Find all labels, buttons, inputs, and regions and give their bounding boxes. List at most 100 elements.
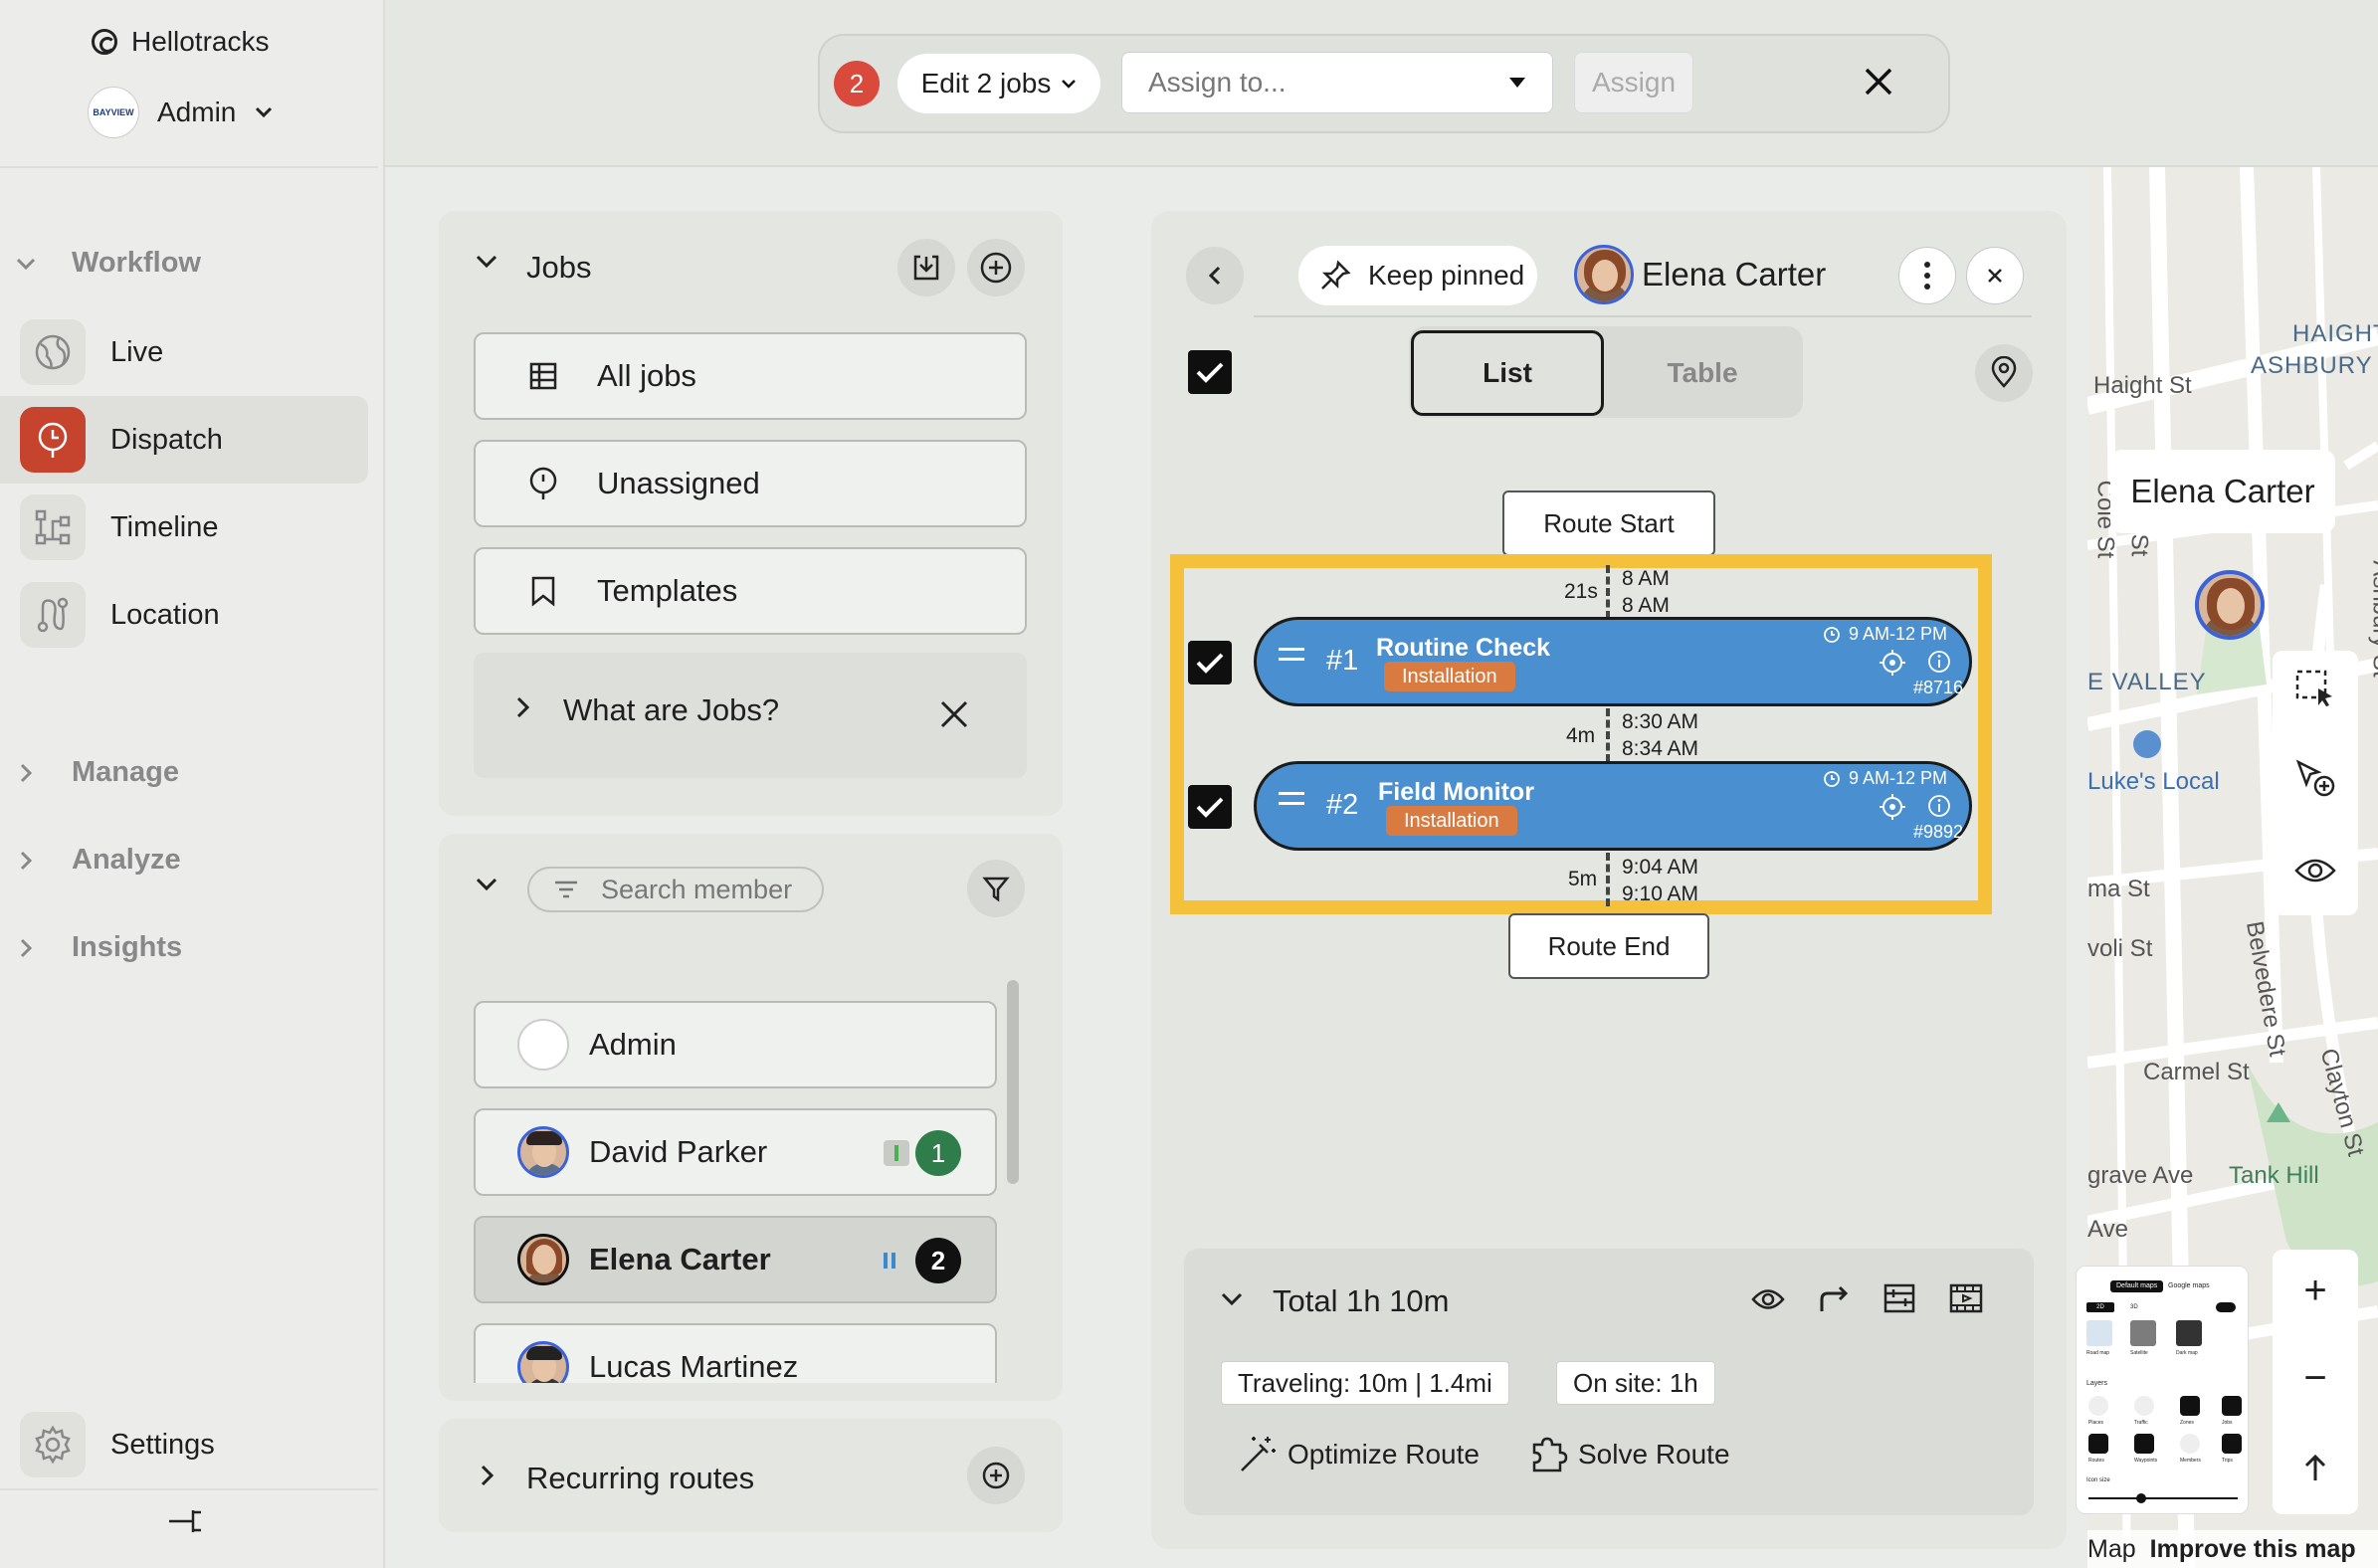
close-icon[interactable]	[939, 699, 969, 729]
member-row-lucas-martinez[interactable]: Lucas Martinez	[474, 1323, 997, 1383]
avatar	[517, 1126, 569, 1178]
route-map-button[interactable]	[1975, 344, 2033, 402]
zoom-out-button[interactable]: −	[2288, 1351, 2342, 1405]
nav-item-location[interactable]: Location	[0, 571, 368, 659]
layer-icon[interactable]	[2134, 1396, 2154, 1416]
optimize-route-button[interactable]: Optimize Route	[1238, 1435, 1480, 1474]
map-layers-panel[interactable]: Default maps Google maps 2D 3D Road map …	[2076, 1266, 2249, 1514]
layer-icon[interactable]	[2134, 1434, 2154, 1454]
layer-icon[interactable]	[2088, 1396, 2108, 1416]
mode-2d[interactable]: 2D	[2086, 1302, 2114, 1312]
arrow-up-icon[interactable]	[2302, 1453, 2328, 1482]
toggle-switch[interactable]	[2216, 1302, 2236, 1312]
edit-jobs-button[interactable]: Edit 2 jobs	[897, 54, 1100, 113]
more-options-button[interactable]	[1898, 247, 1956, 304]
member-row-elena-carter[interactable]: Elena Carter 2	[474, 1216, 997, 1303]
eye-icon[interactable]	[1751, 1286, 1785, 1312]
job-card[interactable]: #2 Field Monitor Installation 9 AM-12 PM…	[1254, 761, 1972, 851]
nav-item-live[interactable]: Live	[0, 308, 368, 396]
info-icon[interactable]	[1927, 794, 1951, 818]
unassigned-jobs-button[interactable]: Unassigned	[474, 440, 1027, 527]
settings-sliders-icon[interactable]	[1883, 1283, 1915, 1313]
chevron-down-icon[interactable]	[475, 877, 498, 892]
nav-item-timeline[interactable]: Timeline	[0, 484, 368, 571]
view-table-tab[interactable]: Table	[1604, 330, 1801, 416]
member-row-admin[interactable]: Admin	[474, 1001, 997, 1088]
slider-thumb[interactable]	[2136, 1493, 2146, 1503]
add-pointer-icon[interactable]	[2294, 758, 2336, 798]
chevron-right-icon[interactable]	[480, 1464, 495, 1487]
job-sequence: #2	[1326, 789, 1359, 821]
job-checkbox[interactable]	[1188, 641, 1232, 685]
close-route-button[interactable]	[1966, 247, 2024, 304]
chevron-down-icon	[1062, 80, 1077, 89]
close-icon[interactable]	[1861, 64, 1896, 99]
layer-icon[interactable]	[2088, 1434, 2108, 1454]
improve-map-link[interactable]: Improve this map	[2150, 1535, 2356, 1564]
route-start-marker[interactable]: Route Start	[1502, 490, 1715, 556]
chevron-down-icon[interactable]	[475, 254, 498, 270]
eye-icon[interactable]	[2294, 856, 2336, 885]
account-switcher[interactable]: BAYVIEW Admin	[88, 87, 274, 138]
view-list-tab[interactable]: List	[1411, 330, 1604, 416]
info-icon[interactable]	[1927, 650, 1951, 674]
nav-section-manage[interactable]: Manage	[0, 756, 179, 789]
templates-button[interactable]: Templates	[474, 547, 1027, 635]
members-scrollbar[interactable]	[1007, 980, 1019, 1184]
film-icon[interactable]	[1949, 1283, 1983, 1313]
layer-icon[interactable]	[2180, 1434, 2200, 1454]
recurring-routes-label[interactable]: Recurring routes	[526, 1461, 754, 1496]
chevron-right-icon[interactable]	[515, 695, 531, 719]
what-are-jobs-label[interactable]: What are Jobs?	[563, 692, 779, 728]
job-checkbox[interactable]	[1188, 785, 1232, 829]
search-member-input[interactable]: Search member	[527, 867, 824, 912]
assign-to-select[interactable]: Assign to...	[1121, 52, 1553, 113]
share-arrow-icon[interactable]	[1818, 1283, 1852, 1313]
avatar	[517, 1234, 569, 1285]
solve-route-button[interactable]: Solve Route	[1528, 1435, 1730, 1474]
layer-icon[interactable]	[2222, 1434, 2242, 1454]
import-jobs-button[interactable]	[897, 239, 955, 296]
select-area-icon[interactable]	[2294, 669, 2336, 708]
icon-size-slider[interactable]	[2088, 1497, 2238, 1499]
route-connector	[1606, 853, 1610, 906]
add-recurring-route-button[interactable]	[967, 1447, 1025, 1504]
layer-icon[interactable]	[2180, 1396, 2200, 1416]
layer-icon[interactable]	[2222, 1396, 2242, 1416]
filter-members-button[interactable]	[967, 860, 1025, 917]
style-thumb-road[interactable]	[2086, 1320, 2112, 1346]
pin-sidebar-icon[interactable]	[165, 1506, 205, 1536]
route-end-marker[interactable]: Route End	[1508, 913, 1709, 979]
nav-section-analyze[interactable]: Analyze	[0, 844, 181, 877]
nav-item-dispatch[interactable]: Dispatch	[0, 396, 368, 484]
job-card[interactable]: #1 Routine Check Installation 9 AM-12 PM…	[1254, 617, 1972, 706]
zoom-in-button[interactable]: +	[2288, 1264, 2342, 1317]
map-member-marker[interactable]	[2195, 570, 2265, 640]
assign-button[interactable]: Assign	[1574, 52, 1693, 113]
nav-section-workflow[interactable]: Workflow	[0, 247, 201, 280]
add-job-button[interactable]	[967, 239, 1025, 296]
back-button[interactable]	[1186, 247, 1244, 304]
style-thumb-dark[interactable]	[2176, 1320, 2202, 1346]
chevron-down-icon[interactable]	[1220, 1291, 1244, 1307]
download-icon	[913, 255, 939, 281]
crosshair-icon[interactable]	[1878, 792, 1907, 822]
keep-pinned-button[interactable]: Keep pinned	[1298, 246, 1537, 305]
location-icon	[20, 582, 86, 648]
drag-handle-icon[interactable]	[1279, 648, 1304, 668]
member-row-david-parker[interactable]: David Parker 1	[474, 1108, 997, 1196]
style-thumb-satellite[interactable]	[2130, 1320, 2156, 1346]
drag-handle-icon[interactable]	[1279, 792, 1304, 812]
map-tab-google[interactable]: Google maps	[2168, 1280, 2210, 1292]
nav-item-settings[interactable]: Settings	[0, 1401, 368, 1488]
crosshair-icon[interactable]	[1878, 648, 1907, 678]
map-tab-default[interactable]: Default maps	[2110, 1280, 2164, 1292]
mode-3d[interactable]: 3D	[2130, 1302, 2138, 1312]
magic-wand-icon	[1241, 1437, 1276, 1471]
nav-section-insights[interactable]: Insights	[0, 931, 182, 964]
select-all-checkbox[interactable]	[1188, 350, 1232, 394]
segment-time-end: 8:34 AM	[1622, 737, 1699, 760]
all-jobs-button[interactable]: All jobs	[474, 332, 1027, 420]
job-time-window: 9 AM-12 PM	[1823, 624, 1947, 645]
layers-title: Layers	[2086, 1380, 2108, 1387]
